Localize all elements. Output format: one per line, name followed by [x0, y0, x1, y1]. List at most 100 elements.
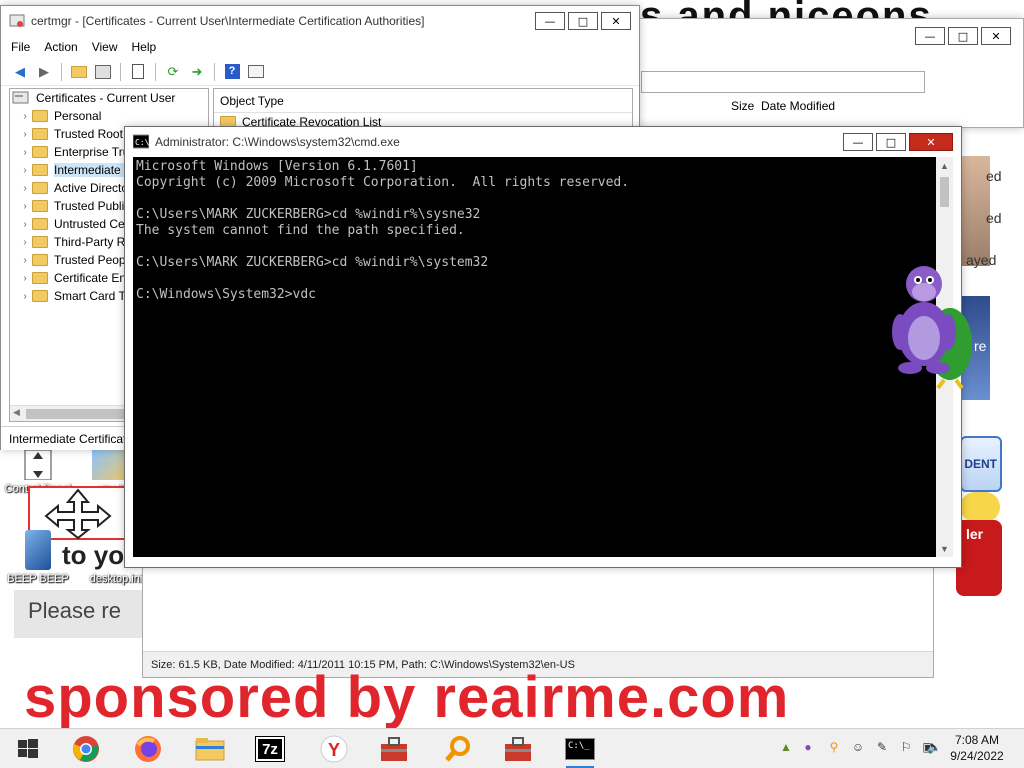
folder-icon	[32, 254, 48, 266]
tree-item-label: Third-Party Ro	[54, 235, 133, 249]
refresh-icon[interactable]: ⟳	[164, 63, 182, 81]
7zip-icon: 7z	[255, 736, 285, 762]
wallpaper-snippet: re	[974, 338, 987, 354]
taskbar-7zip[interactable]: 7z	[250, 733, 290, 765]
folder-icon	[195, 738, 225, 761]
maximize-button[interactable]: □	[948, 27, 978, 45]
wallpaper-badge	[960, 492, 1000, 522]
maximize-button[interactable]: □	[876, 133, 906, 151]
chevron-right-icon[interactable]: ›	[18, 111, 32, 122]
taskbar-cmd[interactable]: C:\_	[560, 733, 600, 768]
tree-root[interactable]: Certificates - Current User	[10, 89, 208, 107]
up-folder-icon[interactable]	[70, 63, 88, 81]
tree-item[interactable]: › Personal	[10, 107, 208, 125]
magnifier-icon	[445, 736, 470, 762]
chevron-right-icon[interactable]: ›	[18, 183, 32, 194]
game-ad-tile[interactable]: ler	[956, 520, 1002, 596]
console-area[interactable]: Microsoft Windows [Version 6.1.7601] Copy…	[133, 157, 953, 557]
tray-search-icon[interactable]: ⚲	[826, 739, 842, 755]
minimize-button[interactable]: —	[535, 12, 565, 30]
chevron-right-icon[interactable]: ›	[18, 129, 32, 140]
chevron-right-icon[interactable]: ›	[18, 291, 32, 302]
taskbar-firefox[interactable]	[128, 733, 168, 765]
wallpaper-panel: Please re	[14, 590, 144, 638]
show-hide-tree-icon[interactable]	[94, 63, 112, 81]
taskbar-chrome[interactable]	[66, 733, 106, 765]
folder-icon	[32, 164, 48, 176]
taskbar-file-explorer[interactable]	[190, 733, 230, 765]
certmgr-titlebar[interactable]: certmgr - [Certificates - Current User\I…	[1, 6, 639, 36]
properties-icon[interactable]	[129, 63, 147, 81]
explorer-window-controls: — □ ✕	[915, 27, 1011, 45]
tree-item-label: Trusted Root	[54, 127, 123, 141]
scrollbar-thumb[interactable]	[940, 177, 949, 207]
toolbar-separator	[214, 62, 215, 81]
export-list-icon[interactable]: ➜	[188, 63, 206, 81]
tray-app-icon[interactable]: ▲	[778, 739, 794, 755]
cmd-window[interactable]: C:\ Administrator: C:\Windows\system32\c…	[124, 126, 962, 568]
start-button[interactable]	[8, 733, 48, 765]
help-icon[interactable]: ?	[223, 63, 241, 81]
tray-smiley-icon[interactable]: ☺	[850, 739, 866, 755]
tree-item-label: Enterprise Tru	[54, 145, 130, 159]
system-clock[interactable]: 7:08 AM 9/24/2022	[942, 732, 1012, 764]
bonzi-buddy-character[interactable]	[884, 262, 974, 392]
minimize-button[interactable]: —	[915, 27, 945, 45]
chevron-right-icon[interactable]: ›	[18, 273, 32, 284]
tray-flag-icon[interactable]: ⚐	[898, 739, 914, 755]
tree-item-label: Active Directo	[54, 181, 129, 195]
folder-icon	[32, 218, 48, 230]
menu-file[interactable]: File	[11, 40, 30, 54]
chevron-right-icon[interactable]: ›	[18, 219, 32, 230]
tray-edit-icon[interactable]: ✎	[874, 739, 890, 755]
speaker-icon[interactable]: 🔈	[926, 739, 942, 755]
column-size[interactable]: Size	[731, 99, 754, 113]
svg-text:C:\: C:\	[135, 138, 149, 147]
chevron-right-icon[interactable]: ›	[18, 237, 32, 248]
console-line: Microsoft Windows [Version 6.1.7601]	[136, 159, 418, 174]
chevron-right-icon[interactable]: ›	[18, 255, 32, 266]
scroll-up-icon[interactable]: ▲	[936, 157, 953, 174]
explorer-window[interactable]: — □ ✕ Size Date Modified	[638, 18, 1024, 128]
close-button[interactable]: ✕	[601, 12, 631, 30]
close-button[interactable]: ✕	[981, 27, 1011, 45]
taskbar-yandex[interactable]: Y	[314, 733, 354, 765]
console-tree-icon[interactable]	[247, 63, 265, 81]
tree-item-label: Intermediate C	[54, 163, 133, 177]
scroll-left-icon[interactable]: ◀	[13, 407, 20, 418]
chevron-right-icon[interactable]: ›	[18, 201, 32, 212]
chevron-right-icon[interactable]: ›	[18, 165, 32, 176]
windows-logo-icon	[18, 739, 38, 758]
forward-icon[interactable]: ▶	[35, 63, 53, 81]
taskbar-certmgr-2[interactable]	[498, 733, 538, 765]
toolbar-separator	[120, 62, 121, 81]
menu-help[interactable]: Help	[132, 40, 157, 54]
tree-item-label: Smart Card Tr	[54, 289, 130, 303]
console-line: C:\Users\MARK ZUCKERBERG>cd %windir%\sys…	[136, 207, 481, 222]
menu-view[interactable]: View	[92, 40, 118, 54]
taskbar-search[interactable]	[438, 733, 478, 765]
folder-icon	[32, 200, 48, 212]
column-date-modified[interactable]: Date Modified	[761, 99, 835, 113]
address-bar[interactable]	[641, 71, 925, 93]
tray-bonzi-icon[interactable]: ●	[800, 739, 816, 755]
console-output[interactable]: Microsoft Windows [Version 6.1.7601] Copy…	[136, 159, 932, 555]
taskbar: 7z Y C:\_ ▲ ● ⚲ ☺ ✎ ⚐ ▣ 🔈 7:08 AM 9/24/2…	[0, 728, 1024, 768]
close-button[interactable]: ✕	[909, 133, 953, 151]
column-object-type[interactable]: Object Type	[214, 89, 632, 113]
cmd-titlebar[interactable]: C:\ Administrator: C:\Windows\system32\c…	[125, 127, 961, 157]
window-title: Administrator: C:\Windows\system32\cmd.e…	[155, 135, 400, 149]
certificate-store-icon	[12, 91, 29, 104]
taskbar-certmgr[interactable]	[374, 733, 414, 765]
back-icon[interactable]: ◀	[11, 63, 29, 81]
chevron-right-icon[interactable]: ›	[18, 147, 32, 158]
maximize-button[interactable]: □	[568, 12, 598, 30]
folder-icon	[32, 272, 48, 284]
minimize-button[interactable]: —	[843, 133, 873, 151]
student-button[interactable]: DENT	[960, 436, 1002, 492]
menu-action[interactable]: Action	[44, 40, 77, 54]
scroll-down-icon[interactable]: ▼	[936, 540, 953, 557]
yandex-icon: Y	[320, 735, 348, 763]
